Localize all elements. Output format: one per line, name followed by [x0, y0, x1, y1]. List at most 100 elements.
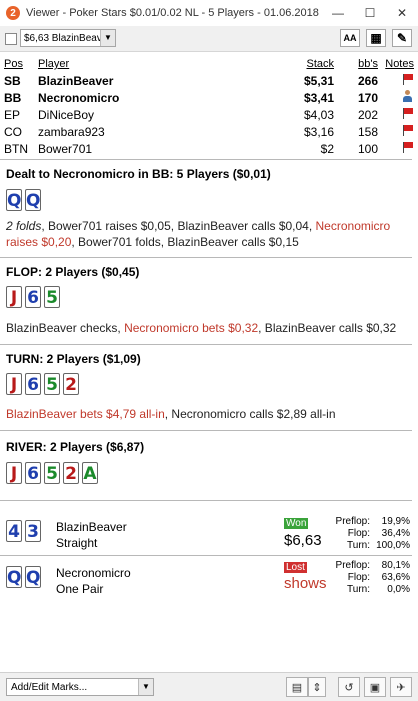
- action-text: , Bower701 raises $0,05, BlazinBeaver ca…: [41, 219, 316, 233]
- player-name: zambara923: [38, 124, 105, 139]
- lost-badge: Lost: [284, 562, 307, 573]
- notes-button[interactable]: ▤: [286, 677, 308, 697]
- action-text: , Necronomicro calls $2,89 all-in: [164, 407, 336, 421]
- player-name: Bower701: [38, 141, 93, 156]
- toolbar: $6,63 BlazinBeave ▼ AA ▦ ✎: [0, 26, 418, 52]
- card: Q: [6, 189, 22, 211]
- equity-stats: Preflop: 19,9% Flop: 36,4% Turn: 100,0%: [330, 516, 410, 552]
- stat-value: 36,4%: [381, 528, 410, 539]
- player-notes[interactable]: [378, 72, 414, 89]
- flag-icon[interactable]: [401, 73, 414, 85]
- action-text: , Bower701 folds, BlazinBeaver calls $0,…: [71, 235, 299, 249]
- grid-icon: ▦: [370, 31, 382, 45]
- chevron-down-icon[interactable]: ▼: [100, 30, 115, 46]
- action-text: 2 folds: [6, 219, 42, 233]
- turn-title: TURN: 2 Players ($1,09): [6, 352, 141, 366]
- close-button[interactable]: ✕: [386, 0, 418, 26]
- col-pos[interactable]: Pos: [4, 56, 38, 72]
- flop-cards: J 6 5: [6, 286, 60, 308]
- col-stack[interactable]: Stack: [228, 56, 334, 72]
- stat-value: 100,0%: [376, 540, 410, 551]
- updown-button[interactable]: ⇕: [308, 677, 326, 697]
- card: 2: [63, 373, 79, 395]
- stat-value: 19,9%: [381, 516, 410, 527]
- card: Q: [25, 189, 41, 211]
- card: 5: [44, 286, 60, 308]
- chevron-down-icon[interactable]: ▼: [138, 679, 153, 695]
- player-notes[interactable]: [378, 140, 414, 157]
- window-title: Viewer - Poker Stars $0.01/0.02 NL - 5 P…: [26, 7, 322, 19]
- divider: [0, 159, 412, 160]
- showdown-cards: Q Q: [6, 566, 41, 588]
- player-pos: BB: [4, 90, 22, 105]
- divider: [0, 500, 412, 501]
- turn-cards: J 6 5 2: [6, 373, 79, 395]
- card: 6: [25, 286, 41, 308]
- marks-select[interactable]: Add/Edit Marks... ▼: [6, 678, 154, 696]
- river-cards: J 6 5 2 A: [6, 462, 98, 484]
- player-stack: $2: [320, 141, 334, 156]
- player-row[interactable]: CO zambara923 $3,16 158: [4, 123, 414, 140]
- twitter-icon: ✈: [396, 681, 406, 694]
- minimize-button[interactable]: —: [322, 0, 354, 26]
- col-player[interactable]: Player: [38, 56, 228, 72]
- marks-select-value: Add/Edit Marks...: [11, 682, 88, 693]
- player-bbs: 158: [357, 124, 378, 139]
- card: A: [82, 462, 98, 484]
- stat-label: Turn:: [347, 584, 370, 595]
- divider: [0, 257, 412, 258]
- players-table: Pos Player Stack bb's Notes SB BlazinBea…: [4, 56, 414, 157]
- preflop-title: Dealt to Necronomicro in BB: 5 Players (…: [6, 167, 271, 181]
- divider: [0, 555, 412, 556]
- player-pos: BTN: [4, 141, 28, 156]
- stat-label: Flop:: [347, 528, 370, 539]
- player-notes[interactable]: [378, 106, 414, 123]
- updown-icon: ⇕: [312, 681, 322, 694]
- card: 2: [63, 462, 79, 484]
- card: J: [6, 462, 22, 484]
- twitter-button[interactable]: ✈: [390, 677, 412, 697]
- player-bbs: 266: [357, 73, 378, 88]
- card: 6: [25, 373, 41, 395]
- turn-actions: BlazinBeaver bets $4,79 all-in, Necronom…: [6, 406, 406, 422]
- card: J: [6, 373, 22, 395]
- player-notes[interactable]: [378, 89, 414, 106]
- replay-button[interactable]: ↺: [338, 677, 360, 697]
- pencil-icon: ✎: [396, 31, 408, 45]
- card: 4: [6, 520, 22, 542]
- flag-icon[interactable]: [401, 141, 414, 153]
- col-bbs[interactable]: bb's: [334, 56, 378, 72]
- shows-label: shows: [284, 575, 327, 592]
- font-size-button[interactable]: AA: [340, 29, 360, 47]
- action-text: , BlazinBeaver calls $0,32: [258, 321, 397, 335]
- preflop-actions: 2 folds, Bower701 raises $0,05, BlazinBe…: [6, 218, 406, 250]
- player-bbs: 202: [357, 107, 378, 122]
- col-notes[interactable]: Notes: [378, 56, 414, 72]
- save-button[interactable]: ▣: [364, 677, 386, 697]
- player-row[interactable]: BTN Bower701 $2 100: [4, 140, 414, 157]
- divider: [0, 430, 412, 431]
- player-pos: SB: [4, 73, 21, 88]
- select-checkbox[interactable]: [5, 33, 17, 45]
- bottom-bar: Add/Edit Marks... ▼ ▤ ⇕ ↺ ▣ ✈: [0, 672, 418, 701]
- card: Q: [6, 566, 22, 588]
- flag-icon[interactable]: [401, 107, 414, 119]
- hand-select[interactable]: $6,63 BlazinBeave ▼: [20, 29, 116, 47]
- hole-cards: Q Q: [6, 189, 41, 211]
- card: 5: [44, 462, 60, 484]
- player-row[interactable]: BB Necronomicro $3,41 170: [4, 89, 414, 106]
- hero-action: Necronomicro bets $0,32: [124, 321, 259, 335]
- result-hand: One Pair: [56, 582, 104, 596]
- player-notes[interactable]: [378, 123, 414, 140]
- flag-icon[interactable]: [401, 124, 414, 136]
- maximize-button[interactable]: ☐: [354, 0, 386, 26]
- player-row[interactable]: EP DiNiceBoy $4,03 202: [4, 106, 414, 123]
- player-row[interactable]: SB BlazinBeaver $5,31 266: [4, 72, 414, 89]
- card: 6: [25, 462, 41, 484]
- person-icon[interactable]: [401, 90, 414, 102]
- edit-button[interactable]: ✎: [392, 29, 412, 47]
- stat-label: Preflop:: [335, 516, 370, 527]
- player-stack: $5,31: [303, 73, 334, 88]
- grid-button[interactable]: ▦: [366, 29, 386, 47]
- player-name: Necronomicro: [38, 90, 120, 105]
